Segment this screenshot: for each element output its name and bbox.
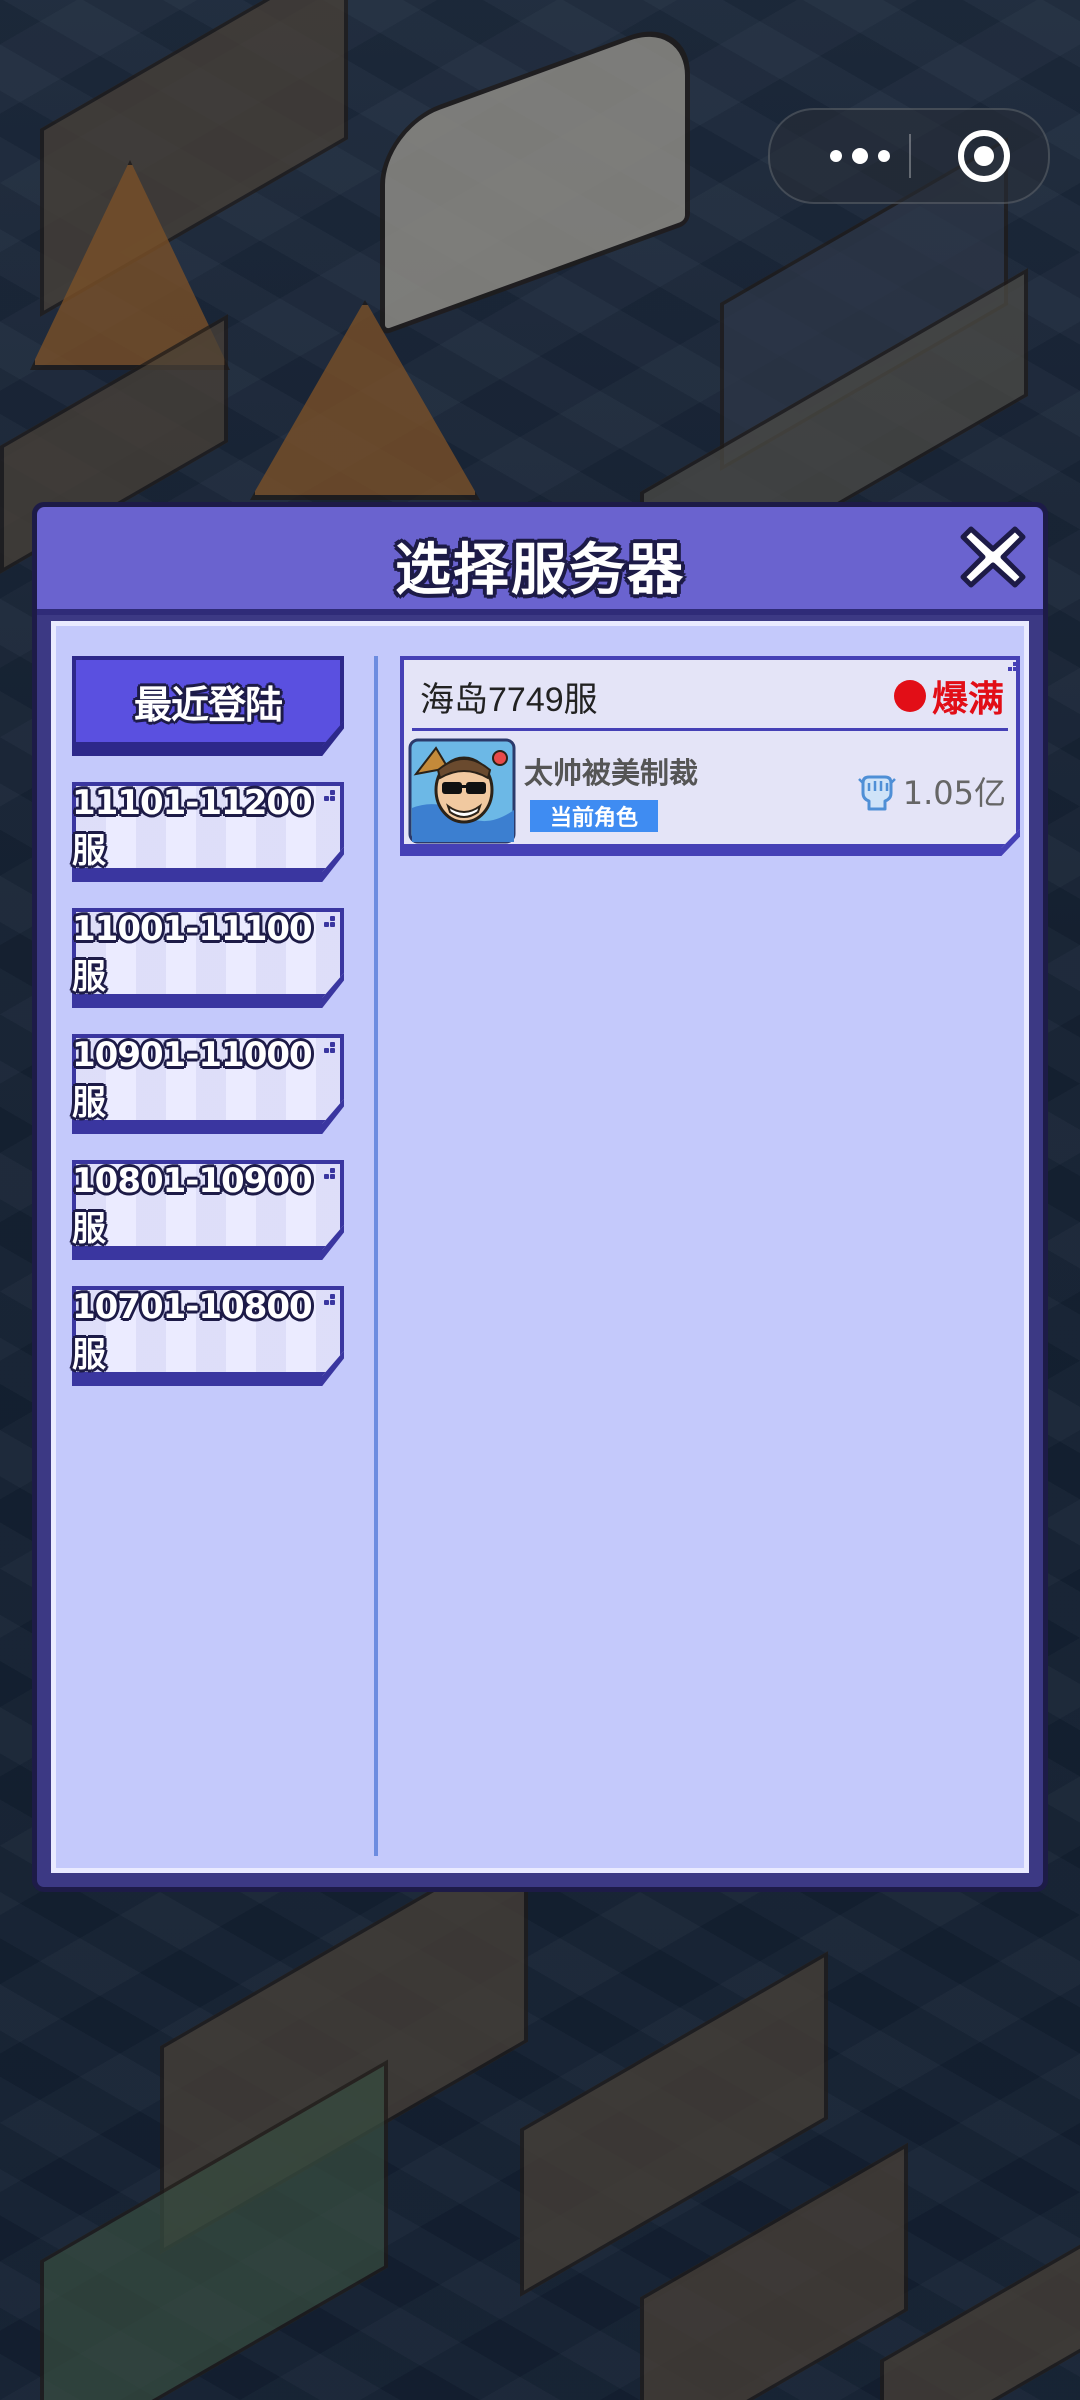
server-group-label: 最近登陆 [133,682,283,727]
server-group-recent[interactable]: 最近登陆 [72,656,352,756]
role-name: 太帅被美制裁 [524,756,699,790]
power-value: 1.05亿 [902,774,1006,812]
server-group-10801-10900[interactable]: 10801-10900服 [72,1160,352,1260]
server-group-label: 10701-10800服 [72,1286,313,1375]
server-group-label: 11101-11200服 [72,782,313,871]
server-group-list: 最近登陆 11101-11200服 11001-11100服 10901-110… [72,656,352,1412]
server-group-label: 11001-11100服 [72,908,313,997]
card-corner-dots [1008,662,1017,671]
server-card[interactable]: 海岛7749服 爆满 太帅被美制裁 当前角色 1.05亿 [400,656,1026,856]
mini-program-capsule [768,108,1050,204]
close-button[interactable] [957,521,1029,593]
status-dot-icon [893,680,926,712]
close-icon [960,526,1026,588]
server-group-11101-11200[interactable]: 11101-11200服 [72,782,352,882]
fist-icon [857,775,896,811]
server-select-dialog: 选择服务器 最近登陆 11101-11200服 11001-11100服 109… [32,502,1048,1892]
server-status: 爆满 [893,670,1004,722]
server-group-11001-11100[interactable]: 11001-11100服 [72,908,352,1008]
dialog-header: 选择服务器 [37,507,1043,615]
capsule-divider [909,134,911,178]
close-miniprogram-icon[interactable] [958,130,1010,182]
power-display: 1.05亿 [855,768,1006,814]
server-group-10701-10800[interactable]: 10701-10800服 [72,1286,352,1386]
server-group-label: 10901-11000服 [72,1034,313,1123]
current-role-badge: 当前角色 [530,800,658,832]
dialog-title: 选择服务器 [395,538,685,603]
status-text: 爆满 [931,679,1004,720]
server-group-label: 10801-10900服 [72,1160,313,1249]
more-menu-icon[interactable] [810,110,910,202]
card-divider [412,728,1008,731]
server-group-10901-11000[interactable]: 10901-11000服 [72,1034,352,1134]
list-divider [374,656,378,1856]
server-name: 海岛7749服 [420,681,598,719]
dialog-body: 最近登陆 11101-11200服 11001-11100服 10901-110… [51,621,1029,1873]
avatar [408,738,516,844]
